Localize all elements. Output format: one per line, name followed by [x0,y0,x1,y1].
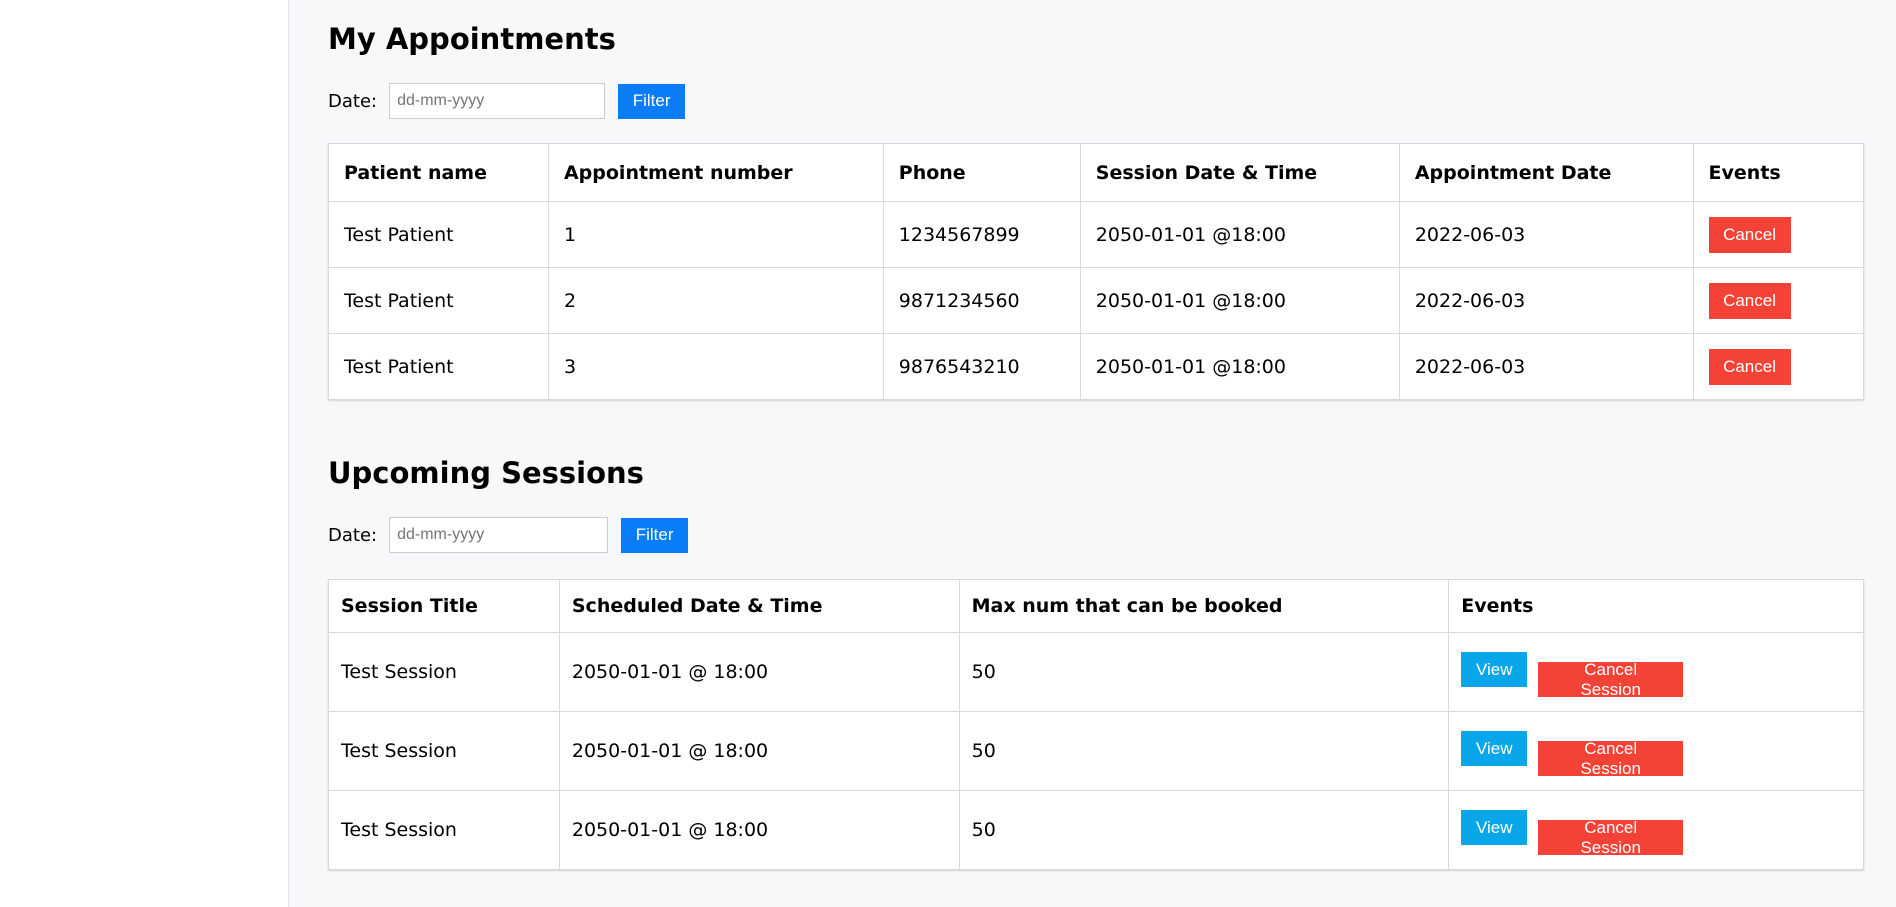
sessions-filter-button[interactable]: Filter [621,517,689,553]
table-header-row: Session Title Scheduled Date & Time Max … [328,579,1864,633]
sessions-filter: Date: Filter [328,517,689,553]
appointments-date-label: Date: [328,90,378,112]
column-header-phone: Phone [882,143,1081,202]
appointments-filter: Date: Filter [328,83,686,119]
max-bookings: 50 [958,711,1450,791]
appointment-date: 2022-06-03 [1398,267,1694,334]
patient-name: Test Patient [328,333,549,400]
scheduled-date-time: 2050-01-01 @ 18:00 [558,632,960,712]
session-title: Test Session [328,711,560,791]
phone: 9876543210 [882,333,1081,400]
events-cell: Cancel [1692,333,1865,400]
scheduled-date-time: 2050-01-01 @ 18:00 [558,790,960,870]
appointments-table: Patient name Appointment number Phone Se… [328,143,1865,400]
column-header-patient-name: Patient name [328,143,549,202]
appointments-filter-button[interactable]: Filter [618,83,686,119]
column-header-scheduled-date-time: Scheduled Date & Time [558,579,960,633]
appointment-number: 3 [547,333,884,400]
phone: 1234567899 [882,201,1081,268]
column-header-appointment-date: Appointment Date [1398,143,1694,202]
appointment-number: 2 [547,267,884,334]
cancel-session-button[interactable]: Cancel Session [1538,739,1684,778]
sessions-date-input[interactable] [389,517,609,553]
table-row: Test Patient 3 9876543210 2050-01-01 @18… [328,333,1865,400]
events-cell: Cancel [1692,201,1865,268]
sessions-date-label: Date: [328,524,378,546]
cancel-appointment-button[interactable]: Cancel [1708,216,1791,253]
sessions-table: Session Title Scheduled Date & Time Max … [328,579,1864,870]
view-session-button[interactable]: View [1461,652,1528,687]
phone: 9871234560 [882,267,1081,334]
cancel-session-button[interactable]: Cancel Session [1538,818,1684,857]
appointment-date: 2022-06-03 [1398,333,1694,400]
column-header-events: Events [1448,579,1864,633]
column-header-session-date-time: Session Date & Time [1079,143,1400,202]
scheduled-date-time: 2050-01-01 @ 18:00 [558,711,960,791]
table-header-row: Patient name Appointment number Phone Se… [328,143,1865,202]
appointment-number: 1 [547,201,884,268]
appointments-title: My Appointments [328,22,616,56]
appointments-date-input[interactable] [389,83,606,119]
column-header-session-title: Session Title [328,579,560,633]
appointment-date: 2022-06-03 [1398,201,1694,268]
events-cell: View Cancel Session [1448,711,1864,791]
max-bookings: 50 [958,790,1450,870]
events-cell: View Cancel Session [1448,632,1864,712]
main-content: My Appointments Date: Filter Patient nam… [290,0,1896,907]
column-header-max-bookings: Max num that can be booked [958,579,1450,633]
session-date-time: 2050-01-01 @18:00 [1079,201,1400,268]
cancel-session-button[interactable]: Cancel Session [1538,660,1684,699]
cancel-appointment-button[interactable]: Cancel [1708,348,1791,385]
table-row: Test Session 2050-01-01 @ 18:00 50 View C… [328,632,1864,712]
events-cell: View Cancel Session [1448,790,1864,870]
events-cell: Cancel [1692,267,1865,334]
view-session-button[interactable]: View [1461,810,1528,845]
column-header-events: Events [1692,143,1865,202]
view-session-button[interactable]: View [1461,731,1528,766]
max-bookings: 50 [958,632,1450,712]
session-title: Test Session [328,790,560,870]
table-row: Test Patient 1 1234567899 2050-01-01 @18… [328,201,1865,268]
column-header-appointment-number: Appointment number [547,143,884,202]
cancel-appointment-button[interactable]: Cancel [1708,282,1791,319]
sidebar [0,0,289,907]
sessions-title: Upcoming Sessions [328,456,644,490]
session-date-time: 2050-01-01 @18:00 [1079,333,1400,400]
patient-name: Test Patient [328,267,549,334]
table-row: Test Session 2050-01-01 @ 18:00 50 View C… [328,790,1864,870]
session-date-time: 2050-01-01 @18:00 [1079,267,1400,334]
table-row: Test Patient 2 9871234560 2050-01-01 @18… [328,267,1865,334]
table-row: Test Session 2050-01-01 @ 18:00 50 View C… [328,711,1864,791]
patient-name: Test Patient [328,201,549,268]
session-title: Test Session [328,632,560,712]
